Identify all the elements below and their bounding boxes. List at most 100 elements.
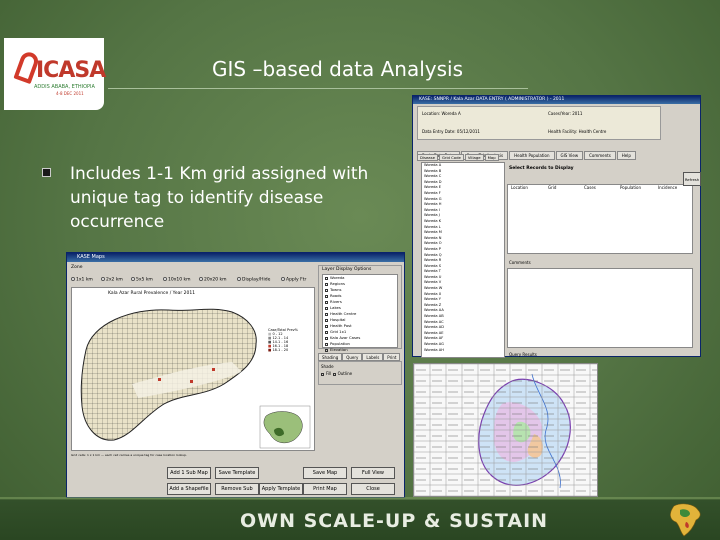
radio-label: 5x5 km	[136, 277, 153, 283]
add-sub-map-button[interactable]: Add 1 Sub Map	[167, 467, 211, 479]
radio-1x1[interactable]: 1x1 km	[71, 277, 93, 283]
fill-label: Fill	[326, 371, 332, 376]
gis-window: KASE Maps Zone 1x1 km 2x2 km 5x5 km 10x1…	[66, 252, 405, 498]
fill-checkbox[interactable]	[321, 372, 324, 376]
table-col-grid: Grid	[548, 185, 557, 190]
layer-checkbox[interactable]	[325, 282, 328, 286]
layer-label: Health Post	[330, 323, 352, 328]
layer-label: Population	[330, 341, 350, 346]
layer-label: Health Centre	[330, 311, 357, 316]
layer-label: Elevation	[330, 347, 348, 352]
layer-label: Regions	[330, 281, 345, 286]
layer-checkbox[interactable]	[325, 336, 328, 340]
gis-radio-group: Zone 1x1 km 2x2 km 5x5 km 10x10 km 20x20…	[71, 265, 315, 289]
radio-display-hide[interactable]: Display/Hide	[237, 277, 270, 283]
radio-group-label: Zone	[71, 265, 83, 270]
radio-label: 1x1 km	[76, 277, 93, 283]
layer-checkbox[interactable]	[325, 324, 328, 328]
logo-brand: ICASA	[36, 58, 106, 83]
radio-5x5[interactable]: 5x5 km	[131, 277, 153, 283]
layer-checkbox[interactable]	[325, 348, 328, 352]
radio-label: Apply Ftr	[286, 277, 307, 283]
layer-label: Lakes	[330, 305, 341, 310]
save-template-button[interactable]: Save Template	[215, 467, 259, 479]
gis-window-titlebar: KASE Maps	[67, 253, 404, 262]
subtab-grid-code[interactable]: Grid Code	[438, 154, 464, 161]
layer-label: Grid 1x1	[330, 329, 347, 334]
layer-label: Towns	[330, 287, 342, 292]
subtab-village[interactable]: Village	[464, 154, 484, 161]
extra-label: Comments	[509, 260, 531, 265]
radio-10x10[interactable]: 10x10 km	[163, 277, 191, 283]
woreda-list-item[interactable]: Woreda AH	[422, 348, 504, 354]
tab-print[interactable]: Print	[383, 353, 401, 361]
tab-query[interactable]: Query	[342, 353, 363, 361]
tab-comments[interactable]: Comments	[584, 151, 616, 160]
apply-template-button[interactable]: Apply Template	[259, 483, 303, 495]
tab-shading[interactable]: Shading	[318, 353, 343, 361]
radio-dot-icon	[281, 277, 285, 281]
tab-labels[interactable]: Labels	[362, 353, 384, 361]
layer-checkbox[interactable]	[325, 300, 328, 304]
slide-background: ICASA ADDIS ABABA, ETHIOPIA 4-8 DEC 2011…	[0, 0, 720, 540]
radio-apply-filter[interactable]: Apply Ftr	[281, 277, 306, 283]
layer-checkbox[interactable]	[325, 306, 328, 310]
add-shapefile-button[interactable]: Add a Shapefile	[167, 483, 211, 495]
radio-2x2[interactable]: 2x2 km	[101, 277, 123, 283]
remove-sub-button[interactable]: Remove Sub	[215, 483, 259, 495]
slide-title: GIS –based data Analysis	[212, 57, 463, 81]
subtab-disease[interactable]: Disease	[417, 154, 438, 161]
gis-button-grid: Add 1 Sub Map Save Template Save Map Ful…	[167, 467, 403, 497]
data-window-tabs: Basic Data EntryCross Tab AnalysisHealth…	[417, 142, 701, 160]
table-col-incidence: Incidence	[658, 185, 678, 190]
save-map-button[interactable]: Save Map	[303, 467, 347, 479]
table-col-cases: Cases	[584, 185, 596, 190]
map-legend: Case/Total Prev% ■ 0 - 12 ■ 12.1 - 14 ■ …	[268, 328, 312, 372]
map-description: Grid cells: 1 x 1 km — each cell carries…	[71, 453, 315, 467]
layer-checkbox[interactable]	[325, 342, 328, 346]
woreda-list[interactable]: Woreda A Woreda B Woreda C Woreda D Woreda E…	[421, 162, 505, 358]
subtab-map[interactable]: Map	[484, 154, 499, 161]
title-divider	[108, 88, 528, 89]
layer-checkbox[interactable]	[325, 294, 328, 298]
layer-checkbox[interactable]	[325, 318, 328, 322]
layer-checkbox[interactable]	[325, 276, 328, 280]
gis-map-canvas[interactable]: Kala Azar Rural Prevalence / Year 2011 C…	[71, 287, 315, 451]
grid-tag-map	[414, 364, 597, 496]
outline-label: Outline	[337, 371, 353, 376]
gis-option-tabs: Shading Query Labels Print	[318, 353, 402, 361]
bullet-square-icon	[42, 168, 51, 177]
data-window-titlebar: KASE: SNNPR / Kala Azar DATA ENTRY ( ADM…	[413, 96, 700, 104]
radio-20x20[interactable]: 20x20 km	[199, 277, 227, 283]
radio-dot-icon	[163, 277, 167, 281]
layer-label: Rivers	[330, 299, 342, 304]
print-map-button[interactable]: Print Map	[303, 483, 347, 495]
info-field-health-facility: Health Facility: Health Centre	[548, 129, 607, 134]
refresh-button[interactable]: Refresh	[683, 172, 701, 186]
radio-label: Display/Hide	[242, 277, 271, 283]
footer-divider	[0, 497, 720, 499]
layer-checkbox[interactable]	[325, 312, 328, 316]
comments-box[interactable]	[507, 268, 693, 348]
shading-options: Shade Fill Outline	[318, 361, 402, 385]
layer-checkbox[interactable]	[325, 330, 328, 334]
data-window-subtabs: Disease Grid Code Village Map	[417, 154, 500, 161]
table-col-population: Population	[620, 185, 642, 190]
info-field-location: Location: Woreda A	[422, 111, 461, 116]
tab-health-population[interactable]: Health Population	[509, 151, 555, 160]
icasa-logo: ICASA ADDIS ABABA, ETHIOPIA 4-8 DEC 2011	[4, 38, 106, 110]
info-field-entry-date: Data Entry Date: 05/12/2011	[422, 129, 480, 134]
shade-options-row: Fill Outline	[321, 371, 399, 376]
tab-gis-view[interactable]: GIS View	[555, 151, 584, 160]
africa-continent-icon	[670, 503, 701, 537]
logo-tagline: ADDIS ABABA, ETHIOPIA	[34, 84, 95, 90]
tab-help[interactable]: Help	[616, 151, 636, 160]
query-results-label: Query Results	[509, 352, 537, 357]
full-view-button[interactable]: Full View	[351, 467, 395, 479]
close-button[interactable]: Close	[351, 483, 395, 495]
layer-list[interactable]: Woreda Regions Towns Roads Rivers Lakes Health…	[322, 274, 398, 352]
outline-checkbox[interactable]	[332, 372, 336, 376]
radio-label: 10x10 km	[168, 277, 191, 283]
layer-checkbox[interactable]	[325, 288, 328, 292]
records-table[interactable]: Location Grid Cases Population Incidence	[507, 184, 693, 254]
